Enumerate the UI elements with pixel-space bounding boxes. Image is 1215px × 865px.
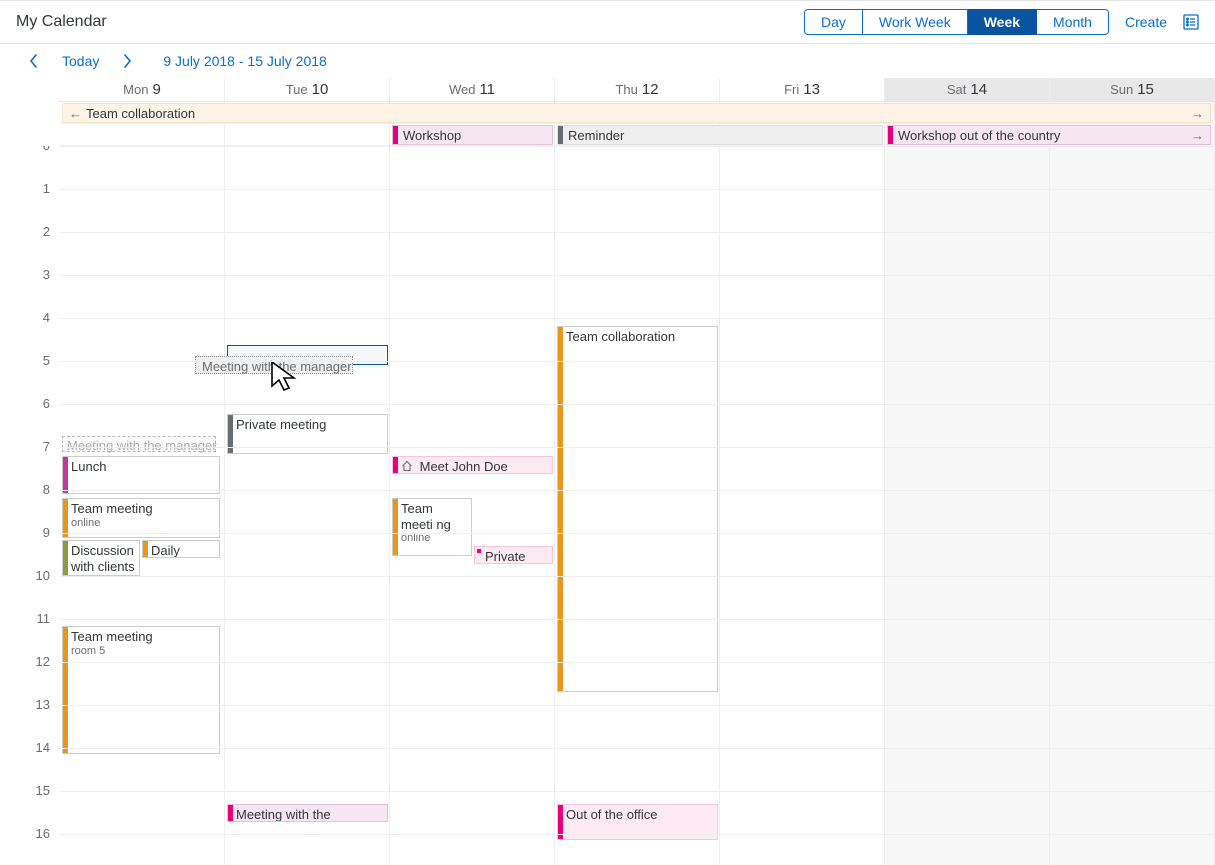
hour-gridline xyxy=(60,705,1215,706)
hour-gridline xyxy=(60,318,1215,319)
hour-gridline xyxy=(60,146,1215,147)
legend-icon[interactable] xyxy=(1183,14,1199,30)
event-team-collab-thu[interactable]: Team collaboration xyxy=(557,326,718,692)
day-col-wed[interactable]: Meet John Doe Team meeti ngonline Privat… xyxy=(390,146,555,865)
day-columns: /* drawn below via loop */ Meeting with … xyxy=(60,146,1215,865)
hour-gridline xyxy=(60,447,1215,448)
week-grid: Mon9 Tue10 Wed11 Thu12 Fri13 Sat14 Sun15… xyxy=(0,78,1215,865)
day-col-thu[interactable]: Team collaboration Out of the office xyxy=(555,146,720,865)
hour-gridline xyxy=(60,834,1215,835)
event-discussion[interactable]: Discussion with clients xyxy=(62,540,140,576)
allday-section: Team collaboration Workshop Reminder Wor… xyxy=(60,102,1215,146)
day-col-sun[interactable] xyxy=(1050,146,1215,865)
day-col-tue[interactable]: Private meeting Meeting with the manager xyxy=(225,146,390,865)
event-meeting-manager-2[interactable]: Meeting with the manager xyxy=(227,804,388,822)
event-lunch[interactable]: Lunch xyxy=(62,456,220,494)
hour-label: 11 xyxy=(0,611,60,654)
day-col-fri[interactable] xyxy=(720,146,885,865)
hour-gridline xyxy=(60,275,1215,276)
event-title: Workshop xyxy=(403,128,461,143)
today-button[interactable]: Today xyxy=(62,53,99,69)
day-col-mon[interactable]: Meeting with the manager Lunch Team meet… xyxy=(60,146,225,865)
hour-gridline xyxy=(60,361,1215,362)
event-ghost-original: Meeting with the manager xyxy=(62,436,216,452)
view-month-button[interactable]: Month xyxy=(1037,9,1109,35)
event-team-meeting-1[interactable]: Team meetingonline xyxy=(62,498,220,538)
day-header-fri[interactable]: Fri13 xyxy=(720,78,885,102)
hour-label: 12 xyxy=(0,654,60,697)
hour-label: 13 xyxy=(0,697,60,740)
next-week-button[interactable] xyxy=(117,51,137,71)
allday-row-0[interactable]: Team collaboration xyxy=(60,102,1215,124)
allday-event-team-collab[interactable]: Team collaboration xyxy=(62,103,1211,123)
hour-gridline xyxy=(60,232,1215,233)
view-workweek-button[interactable]: Work Week xyxy=(863,9,968,35)
header-actions: Day Work Week Week Month Create xyxy=(804,9,1199,35)
hour-gridline xyxy=(60,791,1215,792)
time-labels: 0 1 2 3 4 5 6 7 8 9 10 11 12 13 14 15 16 xyxy=(0,146,60,865)
date-range[interactable]: 9 July 2018 - 15 July 2018 xyxy=(163,53,326,69)
allday-event-reminder[interactable]: Reminder xyxy=(557,125,883,145)
hour-gridline xyxy=(60,404,1215,405)
event-title: Team collaboration xyxy=(86,106,195,121)
hour-label: 1 xyxy=(0,181,60,224)
event-daily-stand[interactable]: Daily stand xyxy=(142,540,220,558)
create-button[interactable]: Create xyxy=(1125,14,1167,30)
time-grid: 0 1 2 3 4 5 6 7 8 9 10 11 12 13 14 15 16 xyxy=(0,146,1215,865)
hour-label: 15 xyxy=(0,783,60,826)
day-headers: Mon9 Tue10 Wed11 Thu12 Fri13 Sat14 Sun15 xyxy=(60,78,1215,102)
allday-event-workshop[interactable]: Workshop xyxy=(392,125,553,145)
hour-label: 14 xyxy=(0,740,60,783)
date-nav: Today 9 July 2018 - 15 July 2018 xyxy=(0,44,1215,78)
hour-label: 8 xyxy=(0,482,60,525)
hour-label: 7 xyxy=(0,439,60,482)
event-private-mee[interactable]: Private mee xyxy=(474,546,553,564)
day-header-sun[interactable]: Sun15 xyxy=(1050,78,1215,102)
hour-gridline xyxy=(60,576,1215,577)
hour-label: 4 xyxy=(0,310,60,353)
day-header-mon[interactable]: Mon9 xyxy=(60,78,225,102)
home-icon xyxy=(401,460,413,474)
view-switcher: Day Work Week Week Month xyxy=(804,9,1109,35)
allday-event-workshop-out[interactable]: Workshop out of the country xyxy=(887,125,1211,145)
hour-gridline xyxy=(60,533,1215,534)
hour-label: 0 xyxy=(0,146,60,181)
hour-gridline xyxy=(60,748,1215,749)
event-private-meeting[interactable]: Private meeting xyxy=(227,414,388,454)
hour-gridline xyxy=(60,490,1215,491)
hour-gridline xyxy=(60,189,1215,190)
hour-label: 10 xyxy=(0,568,60,611)
header: My Calendar Day Work Week Week Month Cre… xyxy=(0,0,1215,44)
drag-ghost-event[interactable]: Meeting with the manager xyxy=(195,356,353,374)
hour-label: 2 xyxy=(0,224,60,267)
event-title: Reminder xyxy=(568,128,624,143)
day-col-sat[interactable] xyxy=(885,146,1050,865)
page-title: My Calendar xyxy=(16,13,107,31)
hour-label: 16 xyxy=(0,826,60,865)
event-team-meeting-2[interactable]: Team meetingroom 5 xyxy=(62,626,220,754)
hour-label: 9 xyxy=(0,525,60,568)
calendar-app: My Calendar Day Work Week Week Month Cre… xyxy=(0,0,1215,865)
hour-label: 3 xyxy=(0,267,60,310)
allday-row-1[interactable]: Workshop Reminder Workshop out of the co… xyxy=(60,124,1215,146)
view-day-button[interactable]: Day xyxy=(804,9,863,35)
hour-label: 5 xyxy=(0,353,60,396)
prev-week-button[interactable] xyxy=(24,51,44,71)
event-meet-john[interactable]: Meet John Doe xyxy=(392,456,553,474)
day-header-tue[interactable]: Tue10 xyxy=(225,78,390,102)
event-team-meeting-wed[interactable]: Team meeti ngonline xyxy=(392,498,472,556)
hour-gridline xyxy=(60,662,1215,663)
day-header-sat[interactable]: Sat14 xyxy=(885,78,1050,102)
day-header-wed[interactable]: Wed11 xyxy=(390,78,555,102)
event-title: Workshop out of the country xyxy=(898,128,1060,143)
hour-gridline xyxy=(60,619,1215,620)
view-week-button[interactable]: Week xyxy=(968,9,1037,35)
day-header-thu[interactable]: Thu12 xyxy=(555,78,720,102)
hour-label: 6 xyxy=(0,396,60,439)
